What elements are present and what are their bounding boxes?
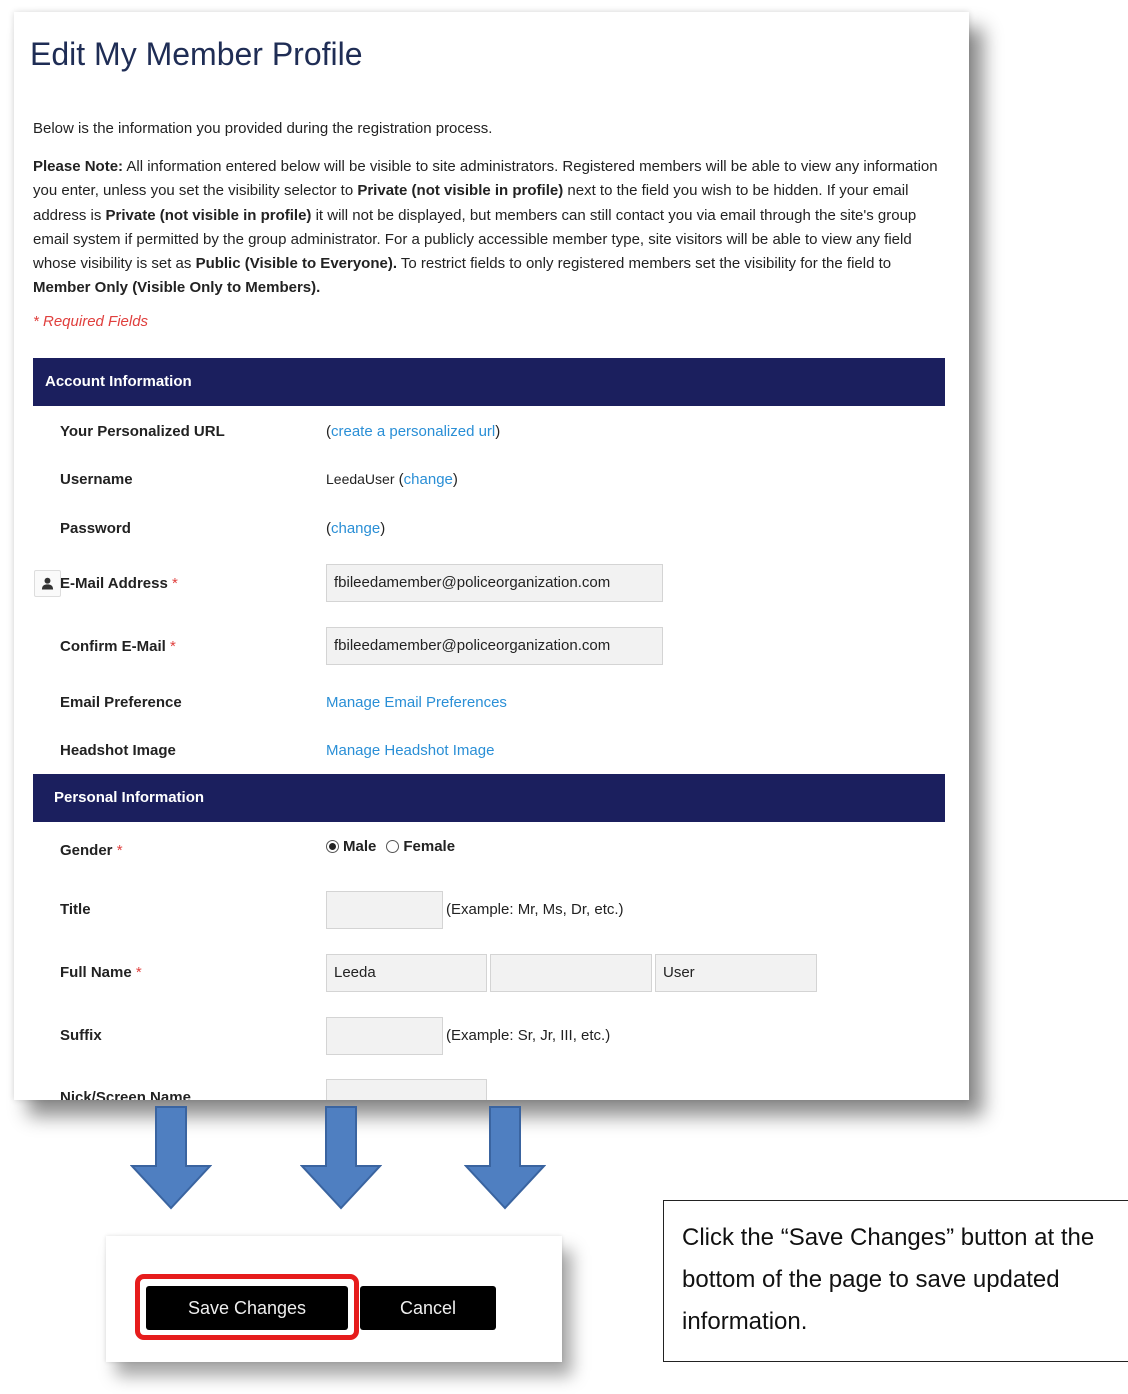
username-value-row: LeedaUser (change) bbox=[326, 471, 458, 488]
gender-female-label: Female bbox=[403, 838, 456, 855]
personalized-url-value: (create a personalized url) bbox=[326, 423, 500, 440]
email-label-text: E-Mail Address bbox=[60, 575, 168, 592]
email-field[interactable]: fbileedamember@policeorganization.com bbox=[326, 564, 663, 602]
intro-text: Below is the information you provided du… bbox=[33, 120, 493, 137]
password-label: Password bbox=[60, 520, 131, 537]
form-buttons-screenshot: Save Changes Cancel bbox=[106, 1236, 562, 1362]
account-information-header: Account Information bbox=[33, 358, 945, 406]
required-fields-note: * Required Fields bbox=[33, 313, 149, 330]
cancel-button[interactable]: Cancel bbox=[360, 1286, 496, 1330]
username-label: Username bbox=[60, 471, 133, 488]
middle-name-field[interactable] bbox=[490, 954, 652, 992]
note-public: Public (Visible to Everyone). bbox=[195, 255, 398, 273]
email-address-label: E-Mail Address * bbox=[60, 575, 178, 592]
change-username-link[interactable]: change bbox=[404, 471, 453, 488]
paren-close: ) bbox=[495, 423, 501, 440]
email-visibility-selector[interactable] bbox=[34, 570, 61, 597]
paren-close: ) bbox=[452, 471, 458, 488]
nick-screen-name-label: Nick/Screen Name bbox=[60, 1089, 191, 1100]
visibility-note: Please Note: All information entered bel… bbox=[33, 155, 943, 301]
manage-headshot-image-link[interactable]: Manage Headshot Image bbox=[326, 742, 494, 759]
change-password-link[interactable]: change bbox=[331, 520, 380, 537]
username-value: LeedaUser bbox=[326, 471, 395, 487]
gender-male-label: Male bbox=[343, 838, 377, 855]
title-label: Title bbox=[60, 901, 91, 918]
headshot-image-label: Headshot Image bbox=[60, 742, 176, 759]
paren-open: ( bbox=[394, 471, 404, 488]
first-name-field[interactable]: Leeda bbox=[326, 954, 487, 992]
gender-label: Gender * bbox=[60, 842, 123, 859]
note-private-1: Private (not visible in profile) bbox=[357, 182, 564, 200]
note-member-only: Member Only (Visible Only to Members). bbox=[33, 279, 321, 297]
title-example: (Example: Mr, Ms, Dr, etc.) bbox=[446, 901, 624, 918]
last-name-field[interactable]: User bbox=[655, 954, 817, 992]
personalized-url-label: Your Personalized URL bbox=[60, 423, 225, 440]
required-marker: * bbox=[171, 575, 178, 592]
personal-information-header: Personal Information bbox=[33, 774, 945, 822]
down-arrow-icon bbox=[300, 1106, 382, 1210]
manage-email-preferences-link[interactable]: Manage Email Preferences bbox=[326, 694, 507, 711]
note-private-2: Private (not visible in profile) bbox=[105, 206, 312, 224]
required-marker: * bbox=[135, 964, 142, 981]
required-marker: * bbox=[116, 842, 123, 859]
gender-radio-group: Male Female bbox=[326, 838, 455, 855]
confirm-email-label-text: Confirm E-Mail bbox=[60, 638, 166, 655]
password-value-row: (change) bbox=[326, 520, 385, 537]
nick-screen-name-field[interactable] bbox=[326, 1079, 487, 1100]
save-button-highlight bbox=[135, 1274, 359, 1340]
required-marker: * bbox=[170, 638, 176, 655]
confirm-email-label: Confirm E-Mail * bbox=[60, 638, 176, 655]
down-arrow-icon bbox=[130, 1106, 212, 1210]
confirm-email-field[interactable]: fbileedamember@policeorganization.com bbox=[326, 627, 663, 665]
full-name-label-text: Full Name bbox=[60, 964, 132, 981]
suffix-label: Suffix bbox=[60, 1027, 102, 1044]
paren-close: ) bbox=[380, 520, 386, 537]
create-personalized-url-link[interactable]: create a personalized url bbox=[331, 423, 495, 440]
title-field[interactable] bbox=[326, 891, 443, 929]
note-label: Please Note: bbox=[33, 158, 124, 175]
down-arrow-icon bbox=[464, 1106, 546, 1210]
suffix-field[interactable] bbox=[326, 1017, 443, 1055]
suffix-example: (Example: Sr, Jr, III, etc.) bbox=[446, 1027, 611, 1044]
note-text-4: To restrict fields to only registered me… bbox=[397, 255, 892, 273]
user-icon bbox=[41, 577, 54, 590]
gender-label-text: Gender bbox=[60, 842, 113, 859]
gender-male-radio[interactable] bbox=[326, 840, 339, 853]
page-title: Edit My Member Profile bbox=[30, 36, 363, 72]
full-name-label: Full Name * bbox=[60, 964, 142, 981]
profile-page-screenshot: Edit My Member Profile Below is the info… bbox=[14, 12, 969, 1100]
instruction-callout: Click the “Save Changes” button at the b… bbox=[663, 1200, 1128, 1362]
email-preference-label: Email Preference bbox=[60, 694, 182, 711]
gender-female-radio[interactable] bbox=[386, 840, 400, 853]
